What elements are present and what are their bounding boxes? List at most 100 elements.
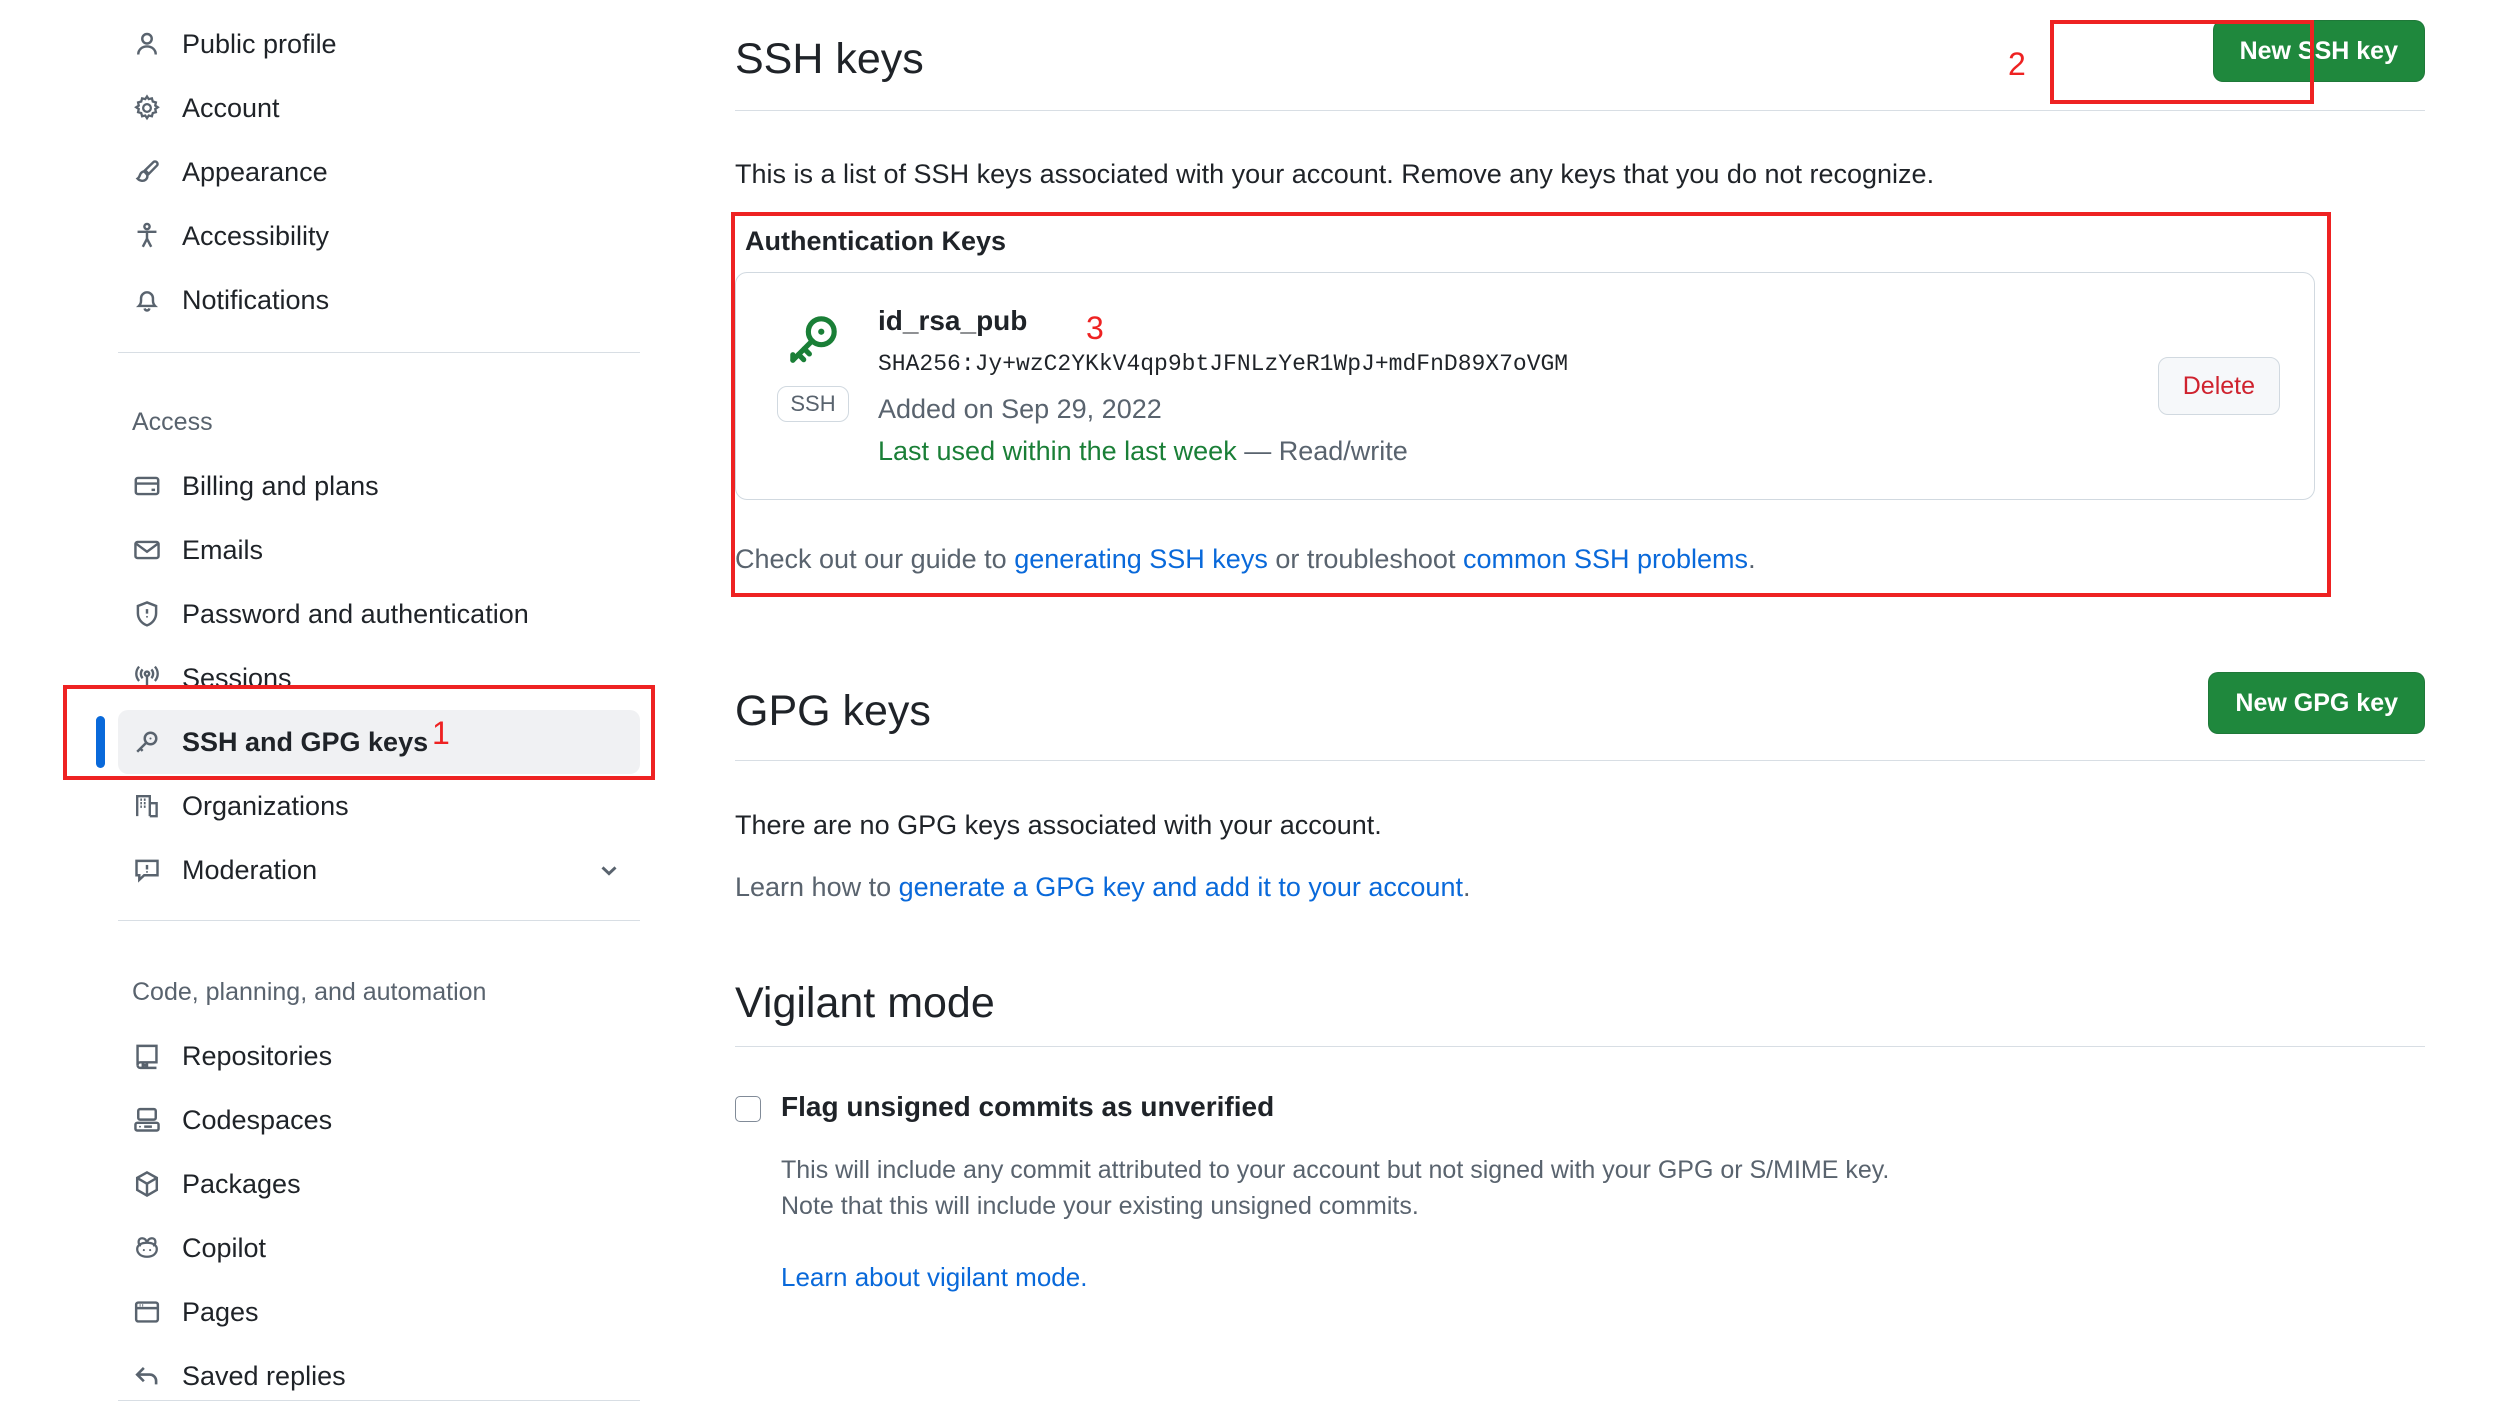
sidebar-item-label: Accessibility [182,220,330,251]
annotation-marker-3: 3 [1086,310,1104,346]
sidebar-group-title-code: Code, planning, and automation [132,978,487,1006]
ssh-key-name-row: id_rsa_pub [878,307,2158,335]
ssh-keys-description: This is a list of SSH keys associated wi… [735,159,1935,189]
sidebar-item-label: Account [182,92,280,123]
paintbrush-icon [132,157,162,187]
repo-icon [132,1041,162,1071]
flag-unsigned-commits-checkbox[interactable] [735,1096,761,1122]
generating-ssh-keys-link[interactable]: generating SSH keys [1014,544,1268,574]
authentication-keys-title: Authentication Keys [745,226,1007,256]
ssh-key-card: SSH id_rsa_pub SHA256:Jy+wzC2YKkV4qp9btJ… [735,272,2315,501]
sidebar-item-packages[interactable]: Packages [118,1152,640,1216]
new-ssh-key-button[interactable]: New SSH key [2212,20,2425,82]
sidebar-group-title-access: Access [132,408,213,436]
sidebar-item-label: Codespaces [182,1104,333,1135]
sidebar-item-pages[interactable]: Pages [118,1280,640,1344]
settings-page: Public profile Account Appearance Access… [0,0,2511,1405]
generate-gpg-key-link[interactable]: generate a GPG key and add it to your ac… [899,872,1463,902]
sidebar-item-label: Repositories [182,1040,333,1071]
sidebar-item-appearance[interactable]: Appearance [118,140,640,204]
new-gpg-key-button[interactable]: New GPG key [2208,672,2425,734]
ssh-key-name: id_rsa_pub [878,305,1028,336]
ssh-key-last-used: Last used within the last week — Read/wr… [878,435,2158,467]
mail-icon [132,535,162,565]
ssh-key-last-used-text: Last used within the last week [878,435,1237,466]
ssh-key-visual: SSH [770,305,856,423]
main-content: SSH keys New SSH key This is a list of S… [735,0,2511,1405]
sidebar-item-sessions[interactable]: Sessions [118,646,640,710]
learn-about-vigilant-mode-link[interactable]: Learn about vigilant mode. [781,1262,1087,1293]
codespaces-icon [132,1105,162,1135]
vigilant-mode-title: Vigilant mode [735,979,995,1027]
sidebar-item-saved-replies[interactable]: Saved replies [118,1344,640,1405]
flag-unsigned-commits-label[interactable]: Flag unsigned commits as unverified [781,1090,1274,1124]
sidebar-item-codespaces[interactable]: Codespaces [118,1088,640,1152]
sidebar-item-label: Notifications [182,284,330,315]
sidebar-divider-3 [118,1400,640,1401]
sidebar-item-account[interactable]: Account [118,76,640,140]
sidebar-item-public-profile[interactable]: Public profile [118,12,640,76]
sidebar-item-accessibility[interactable]: Accessibility [118,204,640,268]
sidebar-item-password-and-authentication[interactable]: Password and authentication [118,582,640,646]
gpg-learn-suffix: . [1462,872,1471,902]
sidebar-item-moderation[interactable]: Moderation [118,838,640,902]
sidebar-item-label: Packages [182,1168,301,1199]
broadcast-icon [132,663,162,693]
sidebar-code-list: Repositories Codespaces Packages Copilot… [0,1024,680,1405]
chevron-down-icon[interactable] [596,857,622,883]
credit-card-icon [132,471,162,501]
sidebar-divider-2 [118,920,640,921]
annotation-marker-1: 1 [432,715,450,751]
sidebar-item-label: Sessions [182,662,292,693]
sidebar-item-label: Moderation [182,854,318,885]
sidebar-primary-list: Public profile Account Appearance Access… [0,12,680,332]
ssh-guide-suffix: . [1748,544,1756,574]
sidebar-item-label: Pages [182,1296,259,1327]
reply-icon [132,1361,162,1391]
copilot-icon [132,1233,162,1263]
ssh-key-info: id_rsa_pub SHA256:Jy+wzC2YKkV4qp9btJFNLz… [856,305,2158,467]
gear-icon [132,93,162,123]
sidebar-divider-1 [118,352,640,353]
annotation-marker-2: 2 [2008,46,2026,82]
ssh-guide-prefix: Check out our guide to [735,544,1015,574]
sidebar-item-billing-and-plans[interactable]: Billing and plans [118,454,640,518]
vigilant-help-line-2: Note that this will include your existin… [781,1192,1419,1220]
sidebar-item-organizations[interactable]: Organizations [118,774,640,838]
accessibility-icon [132,221,162,251]
active-indicator-bar [96,716,105,768]
ssh-guide-middle: or troubleshoot [1267,544,1463,574]
sidebar-item-notifications[interactable]: Notifications [118,268,640,332]
organization-icon [132,791,162,821]
sidebar-item-label: Copilot [182,1232,267,1263]
flag-unsigned-commits-row[interactable]: Flag unsigned commits as unverified [735,1090,1274,1124]
ssh-badge: SSH [777,386,849,423]
shield-lock-icon [132,599,162,629]
ssh-keys-header: SSH keys New SSH key [735,20,2425,92]
ssh-key-added-date: Added on Sep 29, 2022 [878,393,1162,424]
gpg-empty-text: There are no GPG keys associated with yo… [735,810,1382,840]
settings-sidebar: Public profile Account Appearance Access… [0,0,680,1405]
sidebar-item-label: Appearance [182,156,328,187]
report-icon [132,855,162,885]
sidebar-item-label: Emails [182,534,264,565]
browser-icon [132,1297,162,1327]
delete-ssh-key-button[interactable]: Delete [2157,357,2280,416]
sidebar-item-label: Billing and plans [182,470,379,501]
common-ssh-problems-link[interactable]: common SSH problems [1463,544,1748,574]
sidebar-item-copilot[interactable]: Copilot [118,1216,640,1280]
ssh-key-fingerprint: SHA256:Jy+wzC2YKkV4qp9btJFNLzYeR1WpJ+mdF… [878,351,1569,377]
sidebar-item-ssh-and-gpg-keys[interactable]: SSH and GPG keys [96,710,640,774]
sidebar-item-label: Saved replies [182,1360,346,1391]
bell-icon [132,285,162,315]
gpg-keys-header: GPG keys New GPG key [735,672,2425,744]
gpg-keys-rule [735,760,2425,761]
sidebar-item-repositories[interactable]: Repositories [118,1024,640,1088]
ssh-guide-text: Check out our guide to generating SSH ke… [735,540,2395,579]
ssh-key-access-level: — Read/write [1244,435,1408,466]
sidebar-item-emails[interactable]: Emails [118,518,640,582]
sidebar-access-list: Billing and plans Emails Password and au… [0,454,680,902]
package-icon [132,1169,162,1199]
sidebar-item-label: SSH and GPG keys [182,726,429,757]
key-icon [782,309,844,376]
